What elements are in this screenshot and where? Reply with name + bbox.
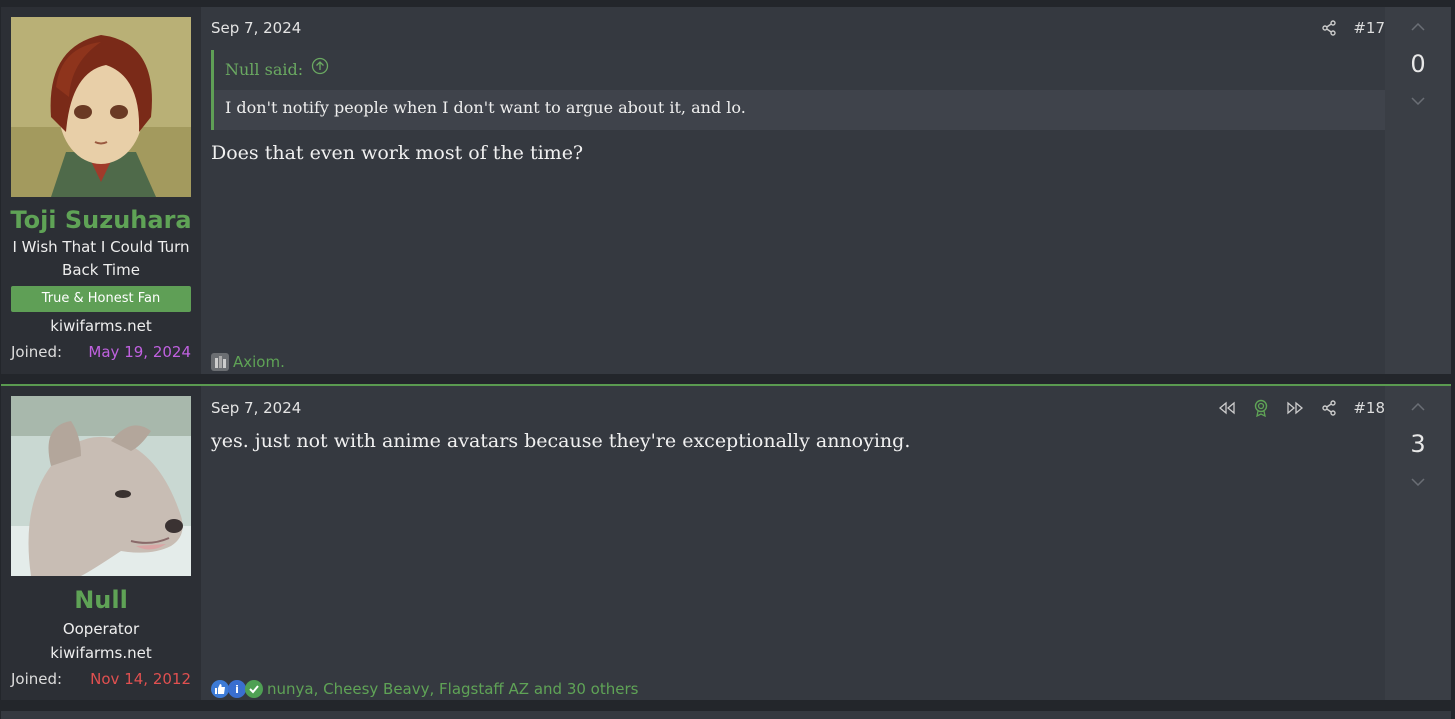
downvote-icon[interactable] — [1385, 472, 1451, 492]
user-title: Ooperator — [62, 620, 140, 638]
post-content: Sep 7, 2024 #17 Null said: I don't notif… — [201, 7, 1385, 374]
like-icon — [211, 680, 229, 698]
user-banner: True & Honest Fan — [11, 286, 191, 312]
vote-cell: 0 — [1385, 7, 1451, 374]
jump-forward-icon[interactable] — [1285, 398, 1305, 418]
share-icon[interactable] — [1319, 398, 1339, 418]
joined-date: Nov 14, 2012 — [90, 670, 191, 688]
post-message: Does that even work most of the time? — [211, 142, 584, 164]
joined-row: Joined: May 19, 2024 — [11, 343, 191, 361]
downvote-icon[interactable] — [1385, 91, 1451, 111]
avatar[interactable] — [11, 17, 191, 197]
agree-icon — [245, 680, 263, 698]
user-title: I Wish That I Could Turn Back Time — [12, 238, 190, 279]
user-cell: Null Ooperator kiwifarms.net Joined: Nov… — [1, 386, 201, 700]
upvote-icon[interactable] — [1385, 397, 1451, 417]
quote-header[interactable]: Null said: — [214, 50, 1385, 90]
user-site: kiwifarms.net — [50, 317, 152, 335]
post-message: yes. just not with anime avatars because… — [211, 430, 911, 452]
reactions-users[interactable]: nunya, Cheesy Beavy, Flagstaff AZ and 30… — [267, 680, 638, 698]
upvote-icon[interactable] — [1385, 17, 1451, 37]
post-17: Toji Suzuhara I Wish That I Could Turn B… — [1, 7, 1451, 374]
post-number[interactable]: #18 — [1353, 399, 1385, 417]
informative-icon: i — [228, 680, 246, 698]
avatar[interactable] — [11, 396, 191, 576]
vote-count: 0 — [1410, 50, 1426, 78]
user-cell: Toji Suzuhara I Wish That I Could Turn B… — [1, 7, 201, 374]
post-18: Null Ooperator kiwifarms.net Joined: Nov… — [1, 384, 1451, 700]
vote-cell: 3 — [1385, 386, 1451, 700]
username[interactable]: Toji Suzuhara — [1, 206, 201, 234]
post-date[interactable]: Sep 7, 2024 — [211, 399, 301, 417]
user-site: kiwifarms.net — [50, 644, 152, 662]
post-number[interactable]: #17 — [1353, 19, 1385, 37]
award-icon[interactable] — [1251, 398, 1271, 418]
joined-row: Joined: Nov 14, 2012 — [11, 670, 191, 688]
joined-label: Joined: — [11, 670, 63, 688]
username[interactable]: Null — [1, 586, 201, 614]
share-icon[interactable] — [1319, 18, 1339, 38]
joined-date: May 19, 2024 — [88, 343, 191, 361]
jump-back-icon[interactable] — [1217, 398, 1237, 418]
reactions-bar[interactable]: i nunya, Cheesy Beavy, Flagstaff AZ and … — [211, 680, 638, 698]
reaction-icon — [211, 353, 229, 371]
reactions-bar[interactable]: Axiom. — [211, 353, 285, 371]
next-post-edge — [1, 711, 1451, 719]
post-content: Sep 7, 2024 #18 yes. just not with anime… — [201, 386, 1385, 700]
reactions-users[interactable]: Axiom. — [233, 353, 285, 371]
post-date[interactable]: Sep 7, 2024 — [211, 19, 301, 37]
quote-author[interactable]: Null said: — [225, 51, 303, 89]
quote-text: I don't notify people when I don't want … — [225, 98, 746, 117]
quote-block: Null said: I don't notify people when I … — [211, 50, 1385, 130]
jump-to-quote-icon[interactable] — [311, 51, 329, 89]
vote-count: 3 — [1410, 430, 1426, 458]
joined-label: Joined: — [11, 343, 63, 361]
post-actions: #17 — [1319, 18, 1385, 38]
post-actions: #18 — [1217, 398, 1385, 418]
